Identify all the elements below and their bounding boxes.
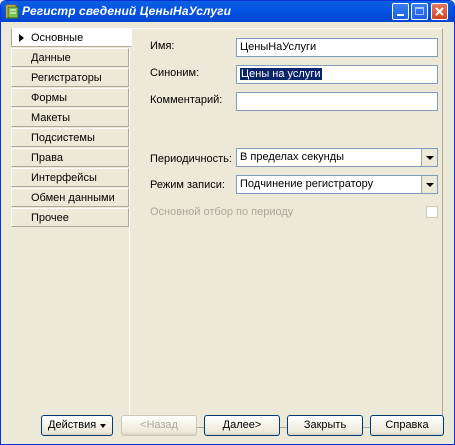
sidebar-item-label: Интерфейсы bbox=[31, 172, 97, 184]
period-filter-label: Основной отбор по периоду bbox=[150, 206, 294, 218]
window-content: Основные Данные Регистраторы Формы Макет… bbox=[1, 22, 454, 444]
maximize-icon bbox=[415, 7, 424, 15]
register-editor-window: Регистр сведений ЦеныНаУслуги Основные Д… bbox=[0, 0, 455, 445]
next-button[interactable]: Далее> bbox=[204, 415, 280, 436]
periodicity-dropdown-button[interactable] bbox=[421, 149, 437, 166]
app-icon bbox=[5, 4, 19, 19]
current-item-arrow-icon bbox=[19, 34, 24, 42]
sidebar-item-subsystems[interactable]: Подсистемы bbox=[11, 128, 129, 147]
sidebar-item-label: Обмен данными bbox=[31, 192, 115, 204]
periodicity-label: Периодичность: bbox=[150, 153, 232, 165]
periodicity-value: В пределах секунды bbox=[240, 151, 345, 163]
sidebar-item-label: Регистраторы bbox=[31, 72, 102, 84]
actions-button-label: Действия bbox=[48, 419, 97, 431]
sidebar-item-interfaces[interactable]: Интерфейсы bbox=[11, 168, 129, 187]
sidebar-item-label: Права bbox=[31, 152, 63, 164]
write-mode-dropdown-button[interactable] bbox=[421, 176, 437, 193]
chevron-down-icon bbox=[426, 183, 434, 187]
sidebar-background bbox=[11, 228, 129, 428]
sidebar-item-data-exchange[interactable]: Обмен данными bbox=[11, 188, 129, 207]
sidebar-item-data[interactable]: Данные bbox=[11, 48, 129, 67]
sidebar-item-templates[interactable]: Макеты bbox=[11, 108, 129, 127]
main-properties-panel: Имя: ЦеныНаУслуги Синоним: Цены на услуг… bbox=[129, 28, 443, 428]
title-bar[interactable]: Регистр сведений ЦеныНаУслуги bbox=[1, 1, 454, 22]
close-icon bbox=[435, 7, 444, 16]
sidebar-item-forms[interactable]: Формы bbox=[11, 88, 129, 107]
chevron-down-icon bbox=[100, 424, 106, 428]
name-field[interactable]: ЦеныНаУслуги bbox=[236, 38, 438, 57]
comment-label: Комментарий: bbox=[150, 94, 223, 106]
sidebar-item-rights[interactable]: Права bbox=[11, 148, 129, 167]
minimize-icon bbox=[397, 14, 404, 16]
sidebar-item-other[interactable]: Прочее bbox=[11, 208, 129, 227]
sidebar-item-recorders[interactable]: Регистраторы bbox=[11, 68, 129, 87]
maximize-button bbox=[411, 3, 428, 20]
comment-field[interactable] bbox=[236, 92, 438, 111]
period-filter-checkbox[interactable] bbox=[426, 206, 438, 218]
name-label: Имя: bbox=[150, 40, 175, 52]
chevron-down-icon bbox=[426, 156, 434, 160]
minimize-button[interactable] bbox=[392, 3, 409, 20]
help-button[interactable]: Справка bbox=[370, 415, 444, 436]
write-mode-value: Подчинение регистратору bbox=[240, 178, 374, 190]
actions-button[interactable]: Действия bbox=[41, 415, 113, 436]
close-window-button[interactable] bbox=[431, 3, 448, 20]
window-title: Регистр сведений ЦеныНаУслуги bbox=[22, 4, 232, 18]
write-mode-label: Режим записи: bbox=[150, 179, 225, 191]
periodicity-select[interactable]: В пределах секунды bbox=[236, 148, 438, 167]
sidebar-item-label: Основные bbox=[31, 32, 84, 44]
synonym-label: Синоним: bbox=[150, 67, 200, 79]
sidebar-item-label: Макеты bbox=[31, 112, 71, 124]
write-mode-select[interactable]: Подчинение регистратору bbox=[236, 175, 438, 194]
synonym-value: Цены на услуги bbox=[240, 68, 322, 80]
sidebar-item-label: Формы bbox=[31, 92, 68, 104]
sidebar-item-main[interactable]: Основные bbox=[11, 28, 132, 47]
back-button[interactable]: <Назад bbox=[121, 415, 197, 436]
close-button[interactable]: Закрыть bbox=[287, 415, 363, 436]
synonym-field[interactable]: Цены на услуги bbox=[236, 65, 438, 84]
sidebar-item-label: Данные bbox=[31, 52, 71, 64]
sidebar-item-label: Подсистемы bbox=[31, 132, 95, 144]
sidebar-item-label: Прочее bbox=[31, 212, 69, 224]
sidebar: Основные Данные Регистраторы Формы Макет… bbox=[11, 28, 132, 228]
